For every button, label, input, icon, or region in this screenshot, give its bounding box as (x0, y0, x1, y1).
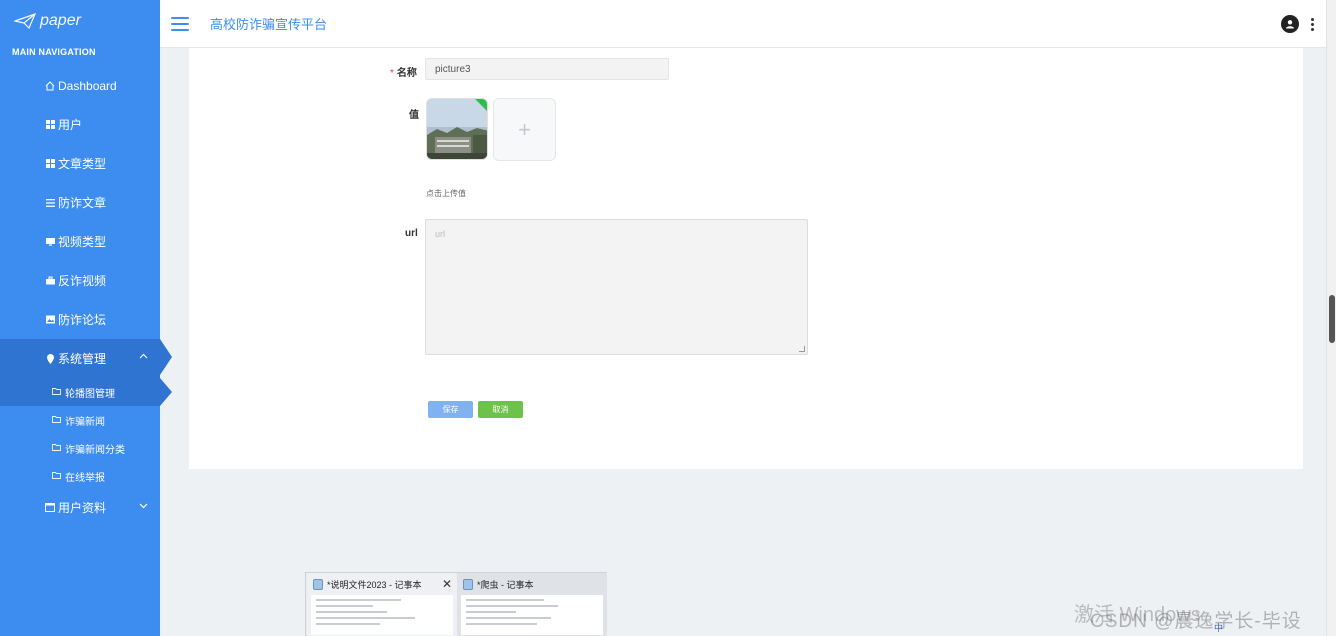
sidebar-item-dashboard[interactable]: Dashboard (0, 66, 160, 105)
sidebar-item-articles[interactable]: 防诈文章 (0, 183, 160, 222)
grid-icon (45, 159, 55, 169)
chevron-down-icon (139, 501, 148, 512)
sidebar-item-label: 文章类型 (58, 157, 107, 171)
resize-grip-icon[interactable] (799, 346, 805, 352)
sidebar-item-label: 防诈论坛 (58, 313, 107, 327)
sidebar-item-label: Dashboard (58, 78, 117, 93)
sidebar-subitem-label: 在线举报 (65, 472, 105, 484)
chevron-up-icon (139, 351, 148, 362)
url-placeholder: url (435, 229, 446, 239)
scrollbar-thumb[interactable] (1329, 295, 1335, 343)
briefcase-icon (45, 276, 55, 286)
upload-hint: 点击上传值 (426, 189, 466, 198)
sidebar-subitem-label: 诈骗新闻 (65, 416, 105, 428)
sidebar-item-label: 用户资料 (58, 500, 107, 515)
sidebar: paper MAIN NAVIGATION Dashboard 用户 文章类型 … (0, 0, 172, 636)
sidebar-item-label: 反诈视频 (58, 274, 107, 288)
paper-plane-icon (14, 13, 36, 29)
folder-icon (52, 471, 61, 481)
window-thumbnail (461, 595, 603, 635)
name-label: * 名称 (390, 68, 417, 79)
home-icon (45, 80, 55, 91)
logo-text: paper (40, 12, 81, 29)
window-title: *说明文件2023 - 记事本 (327, 579, 422, 590)
page-scrollbar[interactable] (1326, 0, 1336, 636)
folder-icon (52, 415, 61, 425)
sidebar-item-label: 防诈文章 (58, 196, 107, 210)
name-input[interactable]: picture3 (425, 58, 669, 80)
top-header: 高校防诈骗宣传平台 (160, 0, 1326, 48)
sidebar-item-system[interactable]: 系统管理 (0, 339, 172, 378)
more-menu-icon[interactable] (1309, 14, 1315, 34)
window-thumbnail (311, 595, 453, 635)
grid-icon (45, 120, 55, 130)
sidebar-item-article-types[interactable]: 文章类型 (0, 144, 160, 183)
folder-icon (52, 443, 61, 453)
window-title: *爬虫 - 记事本 (477, 579, 534, 590)
csdn-watermark: CSDN @晨逸学长-毕设 (1090, 611, 1302, 632)
cancel-button[interactable]: 取消 (478, 401, 523, 418)
image-icon (45, 315, 55, 325)
id-card-icon (45, 502, 55, 512)
sidebar-subitem-carousel[interactable]: 轮播图管理 (0, 378, 172, 406)
taskbar-preview: *说明文件2023 - 记事本 ✕ *爬虫 - 记事本 (305, 572, 607, 636)
sidebar-subitem-label: 轮播图管理 (65, 388, 115, 400)
pin-icon (45, 353, 55, 364)
save-button[interactable]: 保存 (428, 401, 473, 418)
menu-toggle-icon[interactable] (171, 16, 189, 31)
taskbar-preview-window-1[interactable]: *说明文件2023 - 记事本 ✕ (307, 573, 457, 636)
sidebar-item-videos[interactable]: 反诈视频 (0, 261, 160, 300)
user-avatar[interactable] (1281, 15, 1299, 33)
plus-icon: + (518, 116, 531, 142)
notepad-icon (463, 578, 473, 590)
nav-title: MAIN NAVIGATION (12, 47, 96, 57)
ime-indicator[interactable]: 中 (1214, 621, 1223, 634)
value-label: 值 (409, 110, 419, 121)
upload-add-button[interactable]: + (493, 98, 556, 161)
logo[interactable]: paper (0, 0, 160, 42)
required-asterisk: * (390, 68, 394, 79)
sidebar-subitem-news-category[interactable]: 诈骗新闻分类 (0, 434, 160, 462)
url-textarea[interactable]: url (425, 219, 808, 355)
sidebar-subitem-online-report[interactable]: 在线举报 (0, 462, 160, 490)
taskbar-preview-window-2[interactable]: *爬虫 - 记事本 (457, 573, 607, 636)
sidebar-subitem-label: 诈骗新闻分类 (65, 444, 125, 456)
uploaded-image-thumbnail[interactable] (426, 98, 488, 160)
sidebar-item-forum[interactable]: 防诈论坛 (0, 300, 160, 339)
sidebar-item-users[interactable]: 用户 (0, 105, 160, 144)
list-icon (45, 198, 55, 208)
sidebar-item-profile[interactable]: 用户资料 (0, 490, 160, 524)
sidebar-item-video-types[interactable]: 视频类型 (0, 222, 160, 261)
sidebar-subitem-fraud-news[interactable]: 诈骗新闻 (0, 406, 160, 434)
monitor-icon (45, 237, 55, 247)
page-title: 高校防诈骗宣传平台 (210, 17, 328, 32)
sidebar-item-label: 系统管理 (58, 352, 107, 366)
notepad-icon (313, 578, 323, 590)
sidebar-item-label: 视频类型 (58, 235, 107, 249)
url-label: url (405, 228, 418, 239)
close-icon[interactable]: ✕ (442, 577, 452, 591)
form-card: * 名称 picture3 值 + 点击上传值 url url 保存 取消 (189, 48, 1303, 469)
folder-icon (52, 387, 61, 397)
system-tray: 中 (1214, 621, 1223, 634)
sidebar-item-label: 用户 (58, 118, 83, 132)
